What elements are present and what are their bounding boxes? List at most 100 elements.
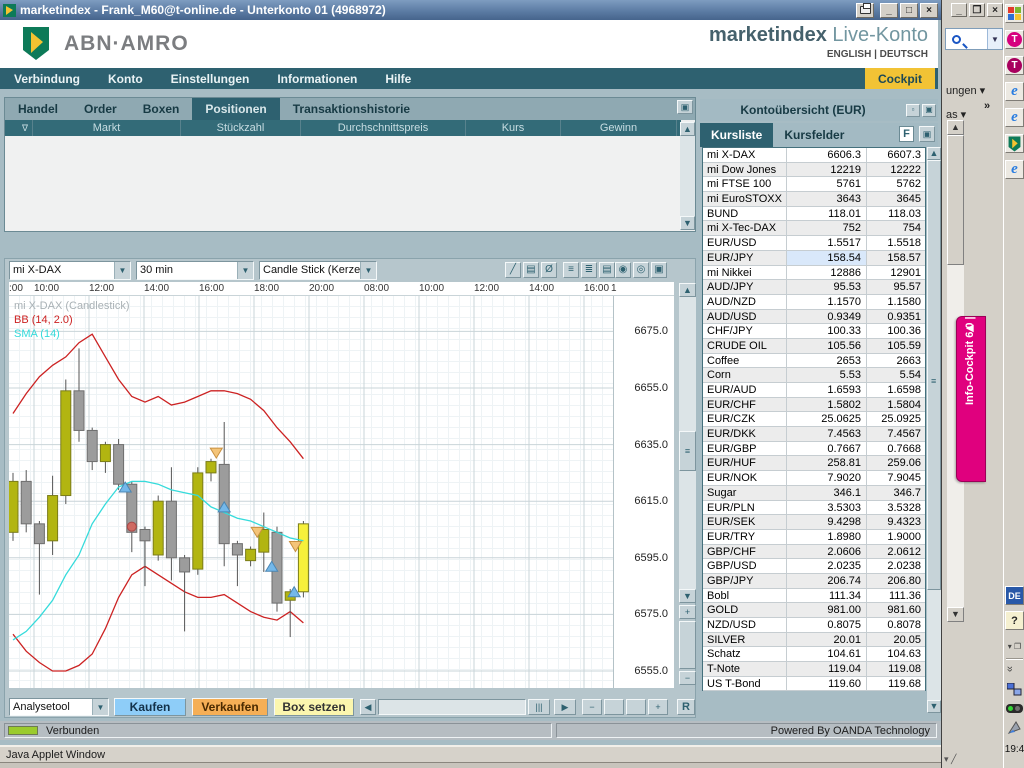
chevron-down-icon[interactable]: ▼ xyxy=(237,262,253,279)
scroll-up-icon[interactable]: ▲ xyxy=(680,122,695,136)
bid-price[interactable]: 104.61 xyxy=(787,647,867,661)
bid-price[interactable]: 105.56 xyxy=(787,339,867,353)
bid-price[interactable]: 2.0235 xyxy=(787,559,867,573)
ask-price[interactable]: 1.6598 xyxy=(867,383,925,397)
zoom-in-button[interactable]: + xyxy=(648,699,668,715)
ask-price[interactable]: 1.1580 xyxy=(867,295,925,309)
quote-row[interactable]: mi EuroSTOXX36433645 xyxy=(703,192,925,207)
hscroll-thumb[interactable]: ||| xyxy=(528,699,550,715)
bid-price[interactable]: 206.74 xyxy=(787,574,867,588)
quote-row[interactable]: EUR/USD1.55171.5518 xyxy=(703,236,925,251)
background-menu-text[interactable]: ungen ▾ xyxy=(946,84,985,97)
bid-price[interactable]: 981.00 xyxy=(787,603,867,617)
buy-button[interactable]: Kaufen xyxy=(114,698,186,716)
zoom-out-button[interactable]: − xyxy=(582,699,602,715)
ask-price[interactable]: 6607.3 xyxy=(867,148,925,162)
analysetool-select[interactable]: Analysetool ▼ xyxy=(9,698,109,716)
quote-row[interactable]: EUR/NOK7.90207.9045 xyxy=(703,471,925,486)
quote-row[interactable]: EUR/JPY158.54158.57 xyxy=(703,251,925,266)
bid-price[interactable]: 752 xyxy=(787,221,867,235)
menu-item-informationen[interactable]: Informationen xyxy=(263,72,371,86)
detach-panel-icon[interactable]: ▣ xyxy=(677,100,693,114)
quote-row[interactable]: Sugar346.1346.7 xyxy=(703,486,925,501)
zoom-in-button[interactable]: + xyxy=(679,605,696,619)
bid-price[interactable]: 100.33 xyxy=(787,324,867,338)
scroll-right-icon[interactable]: ▶ xyxy=(554,699,576,715)
scroll-thumb[interactable]: ≡ xyxy=(679,431,696,471)
bid-price[interactable]: 0.8075 xyxy=(787,618,867,632)
layout-single-icon[interactable]: ≡ xyxy=(563,262,579,278)
ask-price[interactable]: 7.9045 xyxy=(867,471,925,485)
column-header-filter[interactable]: ∇ xyxy=(5,120,33,136)
scroll-up-icon[interactable]: ▲ xyxy=(927,147,941,160)
internet-explorer-icon[interactable]: e xyxy=(1005,160,1024,179)
detach-panel-icon[interactable]: ▣ xyxy=(922,104,936,117)
ask-price[interactable]: 0.8078 xyxy=(867,618,925,632)
ask-price[interactable]: 1.5804 xyxy=(867,398,925,412)
quote-row[interactable]: EUR/HUF258.81259.06 xyxy=(703,456,925,471)
quote-row[interactable]: Corn5.535.54 xyxy=(703,368,925,383)
quote-row[interactable]: GBP/JPY206.74206.80 xyxy=(703,574,925,589)
rocket-icon[interactable] xyxy=(1005,718,1024,737)
bid-price[interactable]: 12886 xyxy=(787,266,867,280)
price-chart[interactable]: mi X-DAX (Candlestick)BB (14, 2.0)SMA (1… xyxy=(9,296,613,688)
ask-price[interactable]: 206.80 xyxy=(867,574,925,588)
column-header-stückzahl[interactable]: Stückzahl xyxy=(181,120,301,136)
print-button[interactable] xyxy=(856,3,874,18)
language-de-badge[interactable]: DE xyxy=(1005,586,1024,605)
quote-row[interactable]: Schatz104.61104.63 xyxy=(703,647,925,662)
chevron-down-icon[interactable]: ▼ xyxy=(92,699,108,715)
internet-explorer-icon[interactable]: e xyxy=(1005,108,1024,127)
symbol-select[interactable]: mi X-DAX ▼ xyxy=(9,261,131,280)
ask-price[interactable]: 104.63 xyxy=(867,647,925,661)
scroll-down-icon[interactable]: ▼ xyxy=(680,216,695,230)
info-cockpit-tab[interactable]: ◀ Info-Cockpit 6.0 | xyxy=(956,316,986,482)
ask-price[interactable]: 0.7668 xyxy=(867,442,925,456)
bid-price[interactable]: 158.54 xyxy=(787,251,867,265)
scroll-thumb[interactable] xyxy=(927,160,941,590)
bid-price[interactable]: 118.01 xyxy=(787,207,867,221)
ask-price[interactable]: 105.59 xyxy=(867,339,925,353)
bid-price[interactable]: 3643 xyxy=(787,192,867,206)
bid-price[interactable]: 25.0625 xyxy=(787,412,867,426)
bid-price[interactable]: 111.34 xyxy=(787,589,867,603)
ask-price[interactable]: 119.68 xyxy=(867,677,925,691)
quote-row[interactable]: BUND118.01118.03 xyxy=(703,207,925,222)
toolbar-overflow-chevrons[interactable]: » xyxy=(984,100,990,112)
ask-price[interactable]: 9.4323 xyxy=(867,515,925,529)
tab-kursfelder[interactable]: Kursfelder xyxy=(773,123,855,147)
connection-tray-icon[interactable] xyxy=(1006,704,1023,713)
search-input[interactable]: ▼ xyxy=(945,28,1003,50)
quote-row[interactable]: EUR/PLN3.53033.5328 xyxy=(703,501,925,516)
bid-price[interactable]: 119.04 xyxy=(787,662,867,676)
scroll-down-icon[interactable]: ▼ xyxy=(927,700,941,713)
tray-expand-icons[interactable]: ▾ ❐ xyxy=(1005,637,1024,656)
bid-price[interactable]: 5.53 xyxy=(787,368,867,382)
bid-price[interactable]: 1.5517 xyxy=(787,236,867,250)
filter-button[interactable]: F xyxy=(899,126,914,142)
tab-kursliste[interactable]: Kursliste xyxy=(700,123,773,147)
scroll-down-icon[interactable]: ▼ xyxy=(679,589,696,603)
bid-price[interactable]: 1.1570 xyxy=(787,295,867,309)
tab-positionen[interactable]: Positionen xyxy=(192,98,279,120)
dot-hatched-icon[interactable]: ◎ xyxy=(633,262,649,278)
tab-order[interactable]: Order xyxy=(71,98,130,120)
quote-row[interactable]: mi Dow Jones1221912222 xyxy=(703,163,925,178)
hscroll-track[interactable] xyxy=(378,699,526,715)
box-set-button[interactable]: Box setzen xyxy=(274,698,354,716)
ask-price[interactable]: 158.57 xyxy=(867,251,925,265)
scroll-up-icon[interactable]: ▲ xyxy=(679,283,696,297)
t-online-icon[interactable]: T xyxy=(1005,30,1024,49)
trendline-icon[interactable]: ╱ xyxy=(505,262,521,278)
chevron-down-icon[interactable]: ▼ xyxy=(360,262,376,279)
quote-row[interactable]: AUD/USD0.93490.9351 xyxy=(703,310,925,325)
bid-price[interactable]: 1.8980 xyxy=(787,530,867,544)
quote-row[interactable]: EUR/SEK9.42989.4323 xyxy=(703,515,925,530)
ask-price[interactable]: 0.9351 xyxy=(867,310,925,324)
minimize-panel-icon[interactable]: ▫ xyxy=(906,104,920,117)
chevron-down-icon[interactable]: ▼ xyxy=(987,29,1002,49)
minimize-button[interactable]: _ xyxy=(880,3,898,18)
ask-price[interactable]: 25.0925 xyxy=(867,412,925,426)
layout-double-icon[interactable]: ≣ xyxy=(581,262,597,278)
quote-row[interactable]: CRUDE OIL105.56105.59 xyxy=(703,339,925,354)
